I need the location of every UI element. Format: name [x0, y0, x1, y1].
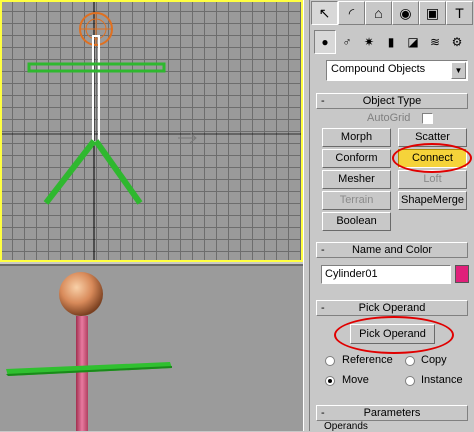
reference-label: Reference — [342, 354, 393, 366]
object-type-title: Object Type — [362, 95, 422, 107]
scatter-button[interactable]: Scatter — [398, 128, 467, 147]
utilities-tab-icon[interactable]: T — [446, 1, 473, 25]
morph-button[interactable]: Morph — [322, 128, 391, 147]
geometry-icon[interactable]: ● — [314, 30, 336, 54]
rollout-collapse-sign: - — [321, 95, 325, 107]
modify-tab-icon[interactable]: ◜ — [338, 1, 365, 25]
shapes-icon[interactable]: ♂ — [336, 30, 358, 54]
create-tab-icon[interactable]: ↖ — [311, 1, 338, 25]
create-category-tabs: ● ♂ ✷ ▮ ◪ ≋ ⚙ — [310, 30, 474, 56]
parameters-rollout-header[interactable]: - Parameters — [316, 405, 468, 421]
rollout-collapse-sign: - — [321, 302, 325, 314]
perspective-viewport[interactable] — [0, 264, 303, 431]
cameras-icon[interactable]: ▮ — [380, 30, 402, 54]
object-color-swatch[interactable] — [455, 265, 469, 283]
lights-icon[interactable]: ✷ — [358, 30, 380, 54]
parameters-title: Parameters — [363, 407, 421, 419]
helpers-icon[interactable]: ◪ — [402, 30, 424, 54]
display-tab-icon[interactable]: ▣ — [419, 1, 446, 25]
autogrid-checkbox[interactable] — [422, 113, 433, 124]
systems-icon[interactable]: ⚙ — [446, 30, 468, 54]
instance-label: Instance — [421, 374, 463, 386]
shapemerge-button[interactable]: ShapeMerge — [398, 191, 467, 210]
move-radio[interactable] — [325, 376, 335, 386]
rollout-collapse-sign: - — [321, 244, 325, 256]
rollout-collapse-sign: - — [321, 407, 325, 419]
instance-radio[interactable] — [405, 376, 415, 386]
chevron-down-icon[interactable]: ▼ — [451, 62, 466, 79]
name-color-title: Name and Color — [351, 244, 433, 256]
copy-radio[interactable] — [405, 356, 415, 366]
terrain-button[interactable]: Terrain — [322, 191, 391, 210]
category-dropdown-value: Compound Objects — [331, 63, 426, 75]
conform-button[interactable]: Conform — [322, 149, 391, 168]
viewport-panel-divider[interactable] — [303, 0, 310, 431]
autogrid-label: AutoGrid — [367, 112, 411, 124]
motion-tab-icon[interactable]: ◉ — [392, 1, 419, 25]
command-panel-tabs: ↖ ◜ ⌂ ◉ ▣ T — [310, 0, 474, 26]
pick-operand-button[interactable]: Pick Operand — [350, 324, 435, 344]
pick-operand-rollout-header[interactable]: - Pick Operand — [316, 300, 468, 316]
pick-operand-title: Pick Operand — [358, 302, 426, 314]
stick-figure-wireframe — [2, 2, 301, 260]
move-label: Move — [342, 374, 369, 386]
operands-label: Operands — [324, 421, 368, 432]
command-panel: ↖ ◜ ⌂ ◉ ▣ T ● ♂ ✷ ▮ ◪ ≋ ⚙ Compound Objec… — [310, 0, 474, 432]
stick-figure-shaded — [6, 272, 172, 431]
copy-label: Copy — [421, 354, 447, 366]
front-viewport[interactable] — [0, 0, 303, 262]
spacewarps-icon[interactable]: ≋ — [424, 30, 446, 54]
object-name-field[interactable]: Cylinder01 — [321, 265, 451, 284]
hierarchy-tab-icon[interactable]: ⌂ — [365, 1, 392, 25]
connect-button[interactable]: Connect — [398, 149, 467, 168]
boolean-button[interactable]: Boolean — [322, 212, 391, 231]
name-color-rollout-header[interactable]: - Name and Color — [316, 242, 468, 258]
category-dropdown[interactable]: Compound Objects ▼ — [326, 60, 468, 81]
object-type-rollout-header[interactable]: - Object Type — [316, 93, 468, 109]
mesher-button[interactable]: Mesher — [322, 170, 391, 189]
loft-button[interactable]: Loft — [398, 170, 467, 189]
reference-radio[interactable] — [325, 356, 335, 366]
